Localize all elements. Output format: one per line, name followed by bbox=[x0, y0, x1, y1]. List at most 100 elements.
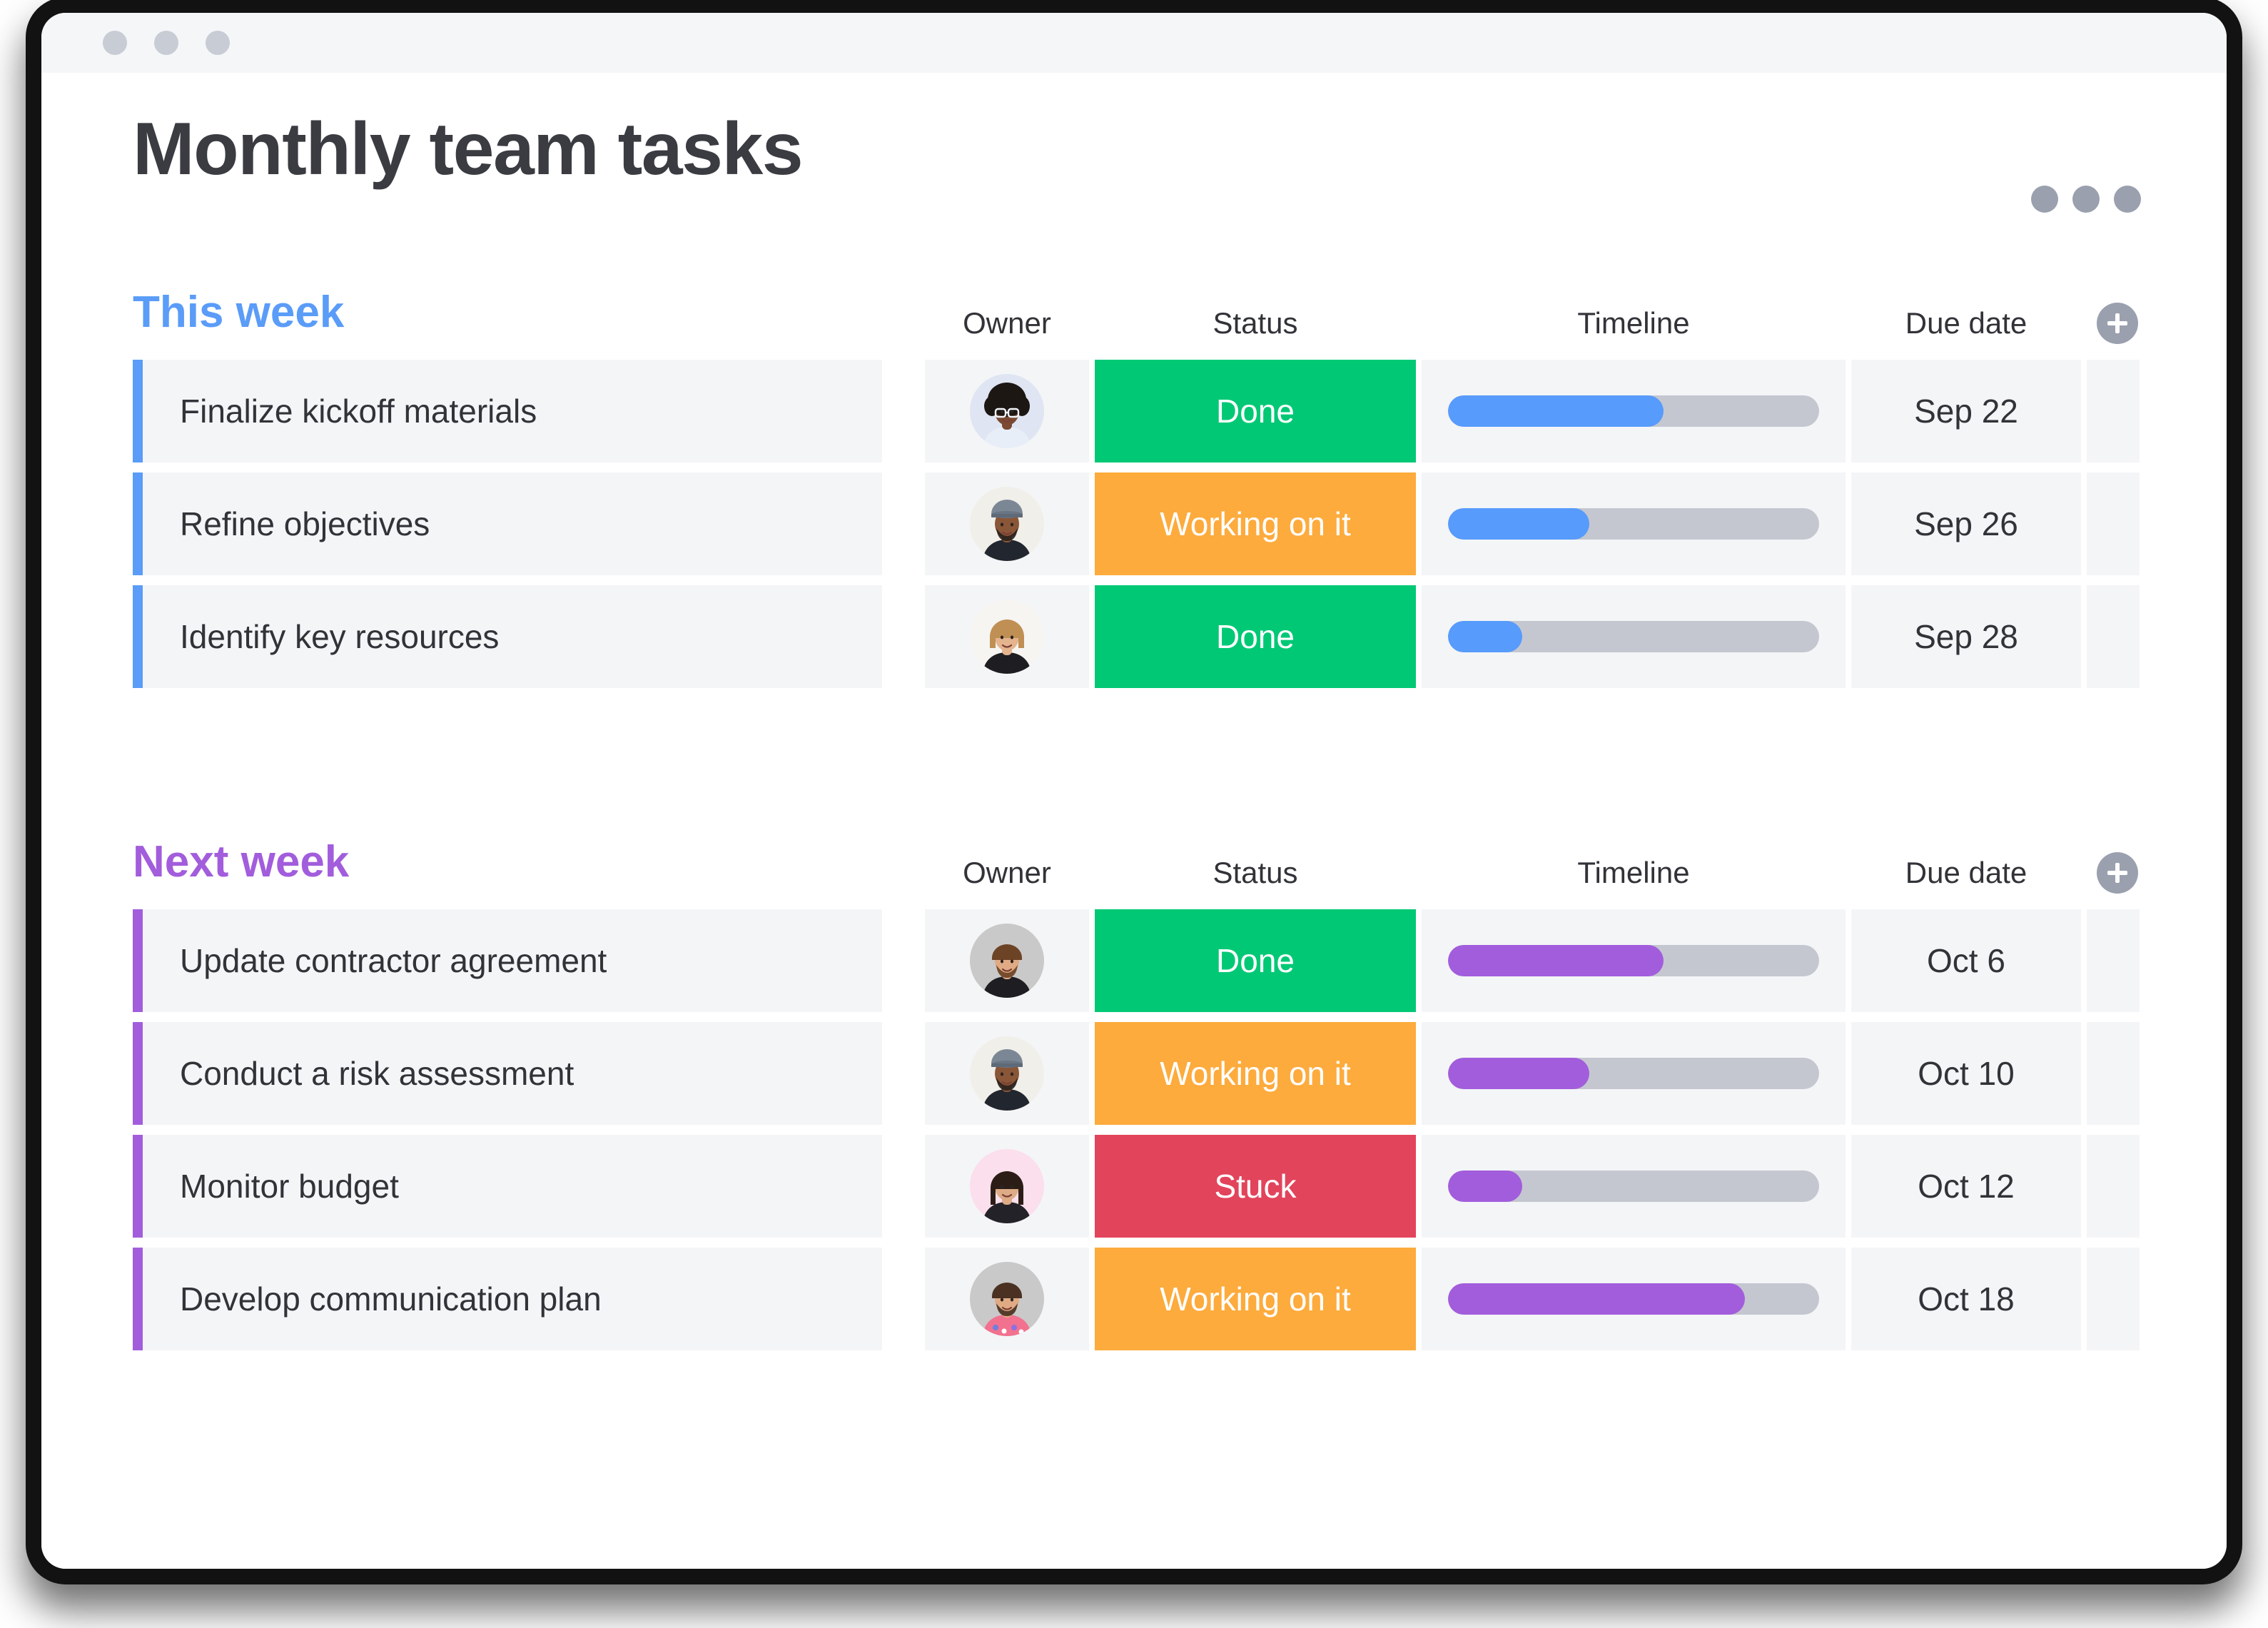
status-badge[interactable]: Done bbox=[1095, 360, 1416, 462]
status-badge[interactable]: Done bbox=[1095, 585, 1416, 688]
extra-column-cell[interactable] bbox=[2087, 1022, 2140, 1125]
task-name-cell[interactable]: Monitor budget bbox=[143, 1135, 882, 1238]
status-label: Done bbox=[1216, 618, 1295, 655]
timeline-fill bbox=[1448, 1058, 1589, 1089]
column-header-row: Owner Status Timeline Due date bbox=[133, 849, 2140, 896]
due-date-cell[interactable]: Oct 12 bbox=[1851, 1135, 2081, 1238]
timeline-track bbox=[1448, 945, 1819, 976]
timeline-cell[interactable] bbox=[1422, 472, 1846, 575]
status-badge[interactable]: Done bbox=[1095, 909, 1416, 1012]
due-date-cell[interactable]: Sep 26 bbox=[1851, 472, 2081, 575]
task-name-label: Monitor budget bbox=[180, 1168, 399, 1205]
status-label: Done bbox=[1216, 393, 1295, 430]
column-header-status[interactable]: Status bbox=[1095, 300, 1416, 347]
avatar bbox=[970, 600, 1044, 674]
status-label: Working on it bbox=[1160, 1280, 1351, 1318]
extra-column-cell[interactable] bbox=[2087, 360, 2140, 462]
row-accent-bar bbox=[133, 472, 143, 575]
window-titlebar bbox=[41, 13, 2227, 73]
owner-cell[interactable] bbox=[925, 585, 1089, 688]
timeline-track bbox=[1448, 621, 1819, 652]
column-header-due-date[interactable]: Due date bbox=[1851, 849, 2081, 896]
timeline-cell[interactable] bbox=[1422, 1135, 1846, 1238]
more-dot-2 bbox=[2072, 186, 2100, 213]
extra-column-cell[interactable] bbox=[2087, 472, 2140, 575]
page-title: Monthly team tasks bbox=[133, 108, 804, 191]
add-column-plus-icon[interactable] bbox=[2097, 303, 2138, 344]
timeline-fill bbox=[1448, 508, 1589, 540]
row-accent-bar bbox=[133, 585, 143, 688]
row-accent-bar bbox=[133, 360, 143, 462]
table-row[interactable]: Develop communication plan Working on it bbox=[133, 1248, 2140, 1350]
timeline-cell[interactable] bbox=[1422, 1022, 1846, 1125]
status-badge[interactable]: Working on it bbox=[1095, 1248, 1416, 1350]
column-header-timeline[interactable]: Timeline bbox=[1422, 849, 1846, 896]
table-row[interactable]: Update contractor agreement Done Oct 6 bbox=[133, 909, 2140, 1012]
task-name-cell[interactable]: Identify key resources bbox=[143, 585, 882, 688]
due-date-label: Sep 26 bbox=[1914, 505, 2018, 542]
owner-cell[interactable] bbox=[925, 1248, 1089, 1350]
row-accent-bar bbox=[133, 1248, 143, 1350]
column-header-due-date[interactable]: Due date bbox=[1851, 300, 2081, 347]
extra-column-cell[interactable] bbox=[2087, 1135, 2140, 1238]
owner-cell[interactable] bbox=[925, 1135, 1089, 1238]
due-date-cell[interactable]: Oct 10 bbox=[1851, 1022, 2081, 1125]
owner-cell[interactable] bbox=[925, 1022, 1089, 1125]
row-accent-bar bbox=[133, 909, 143, 1012]
extra-column-cell[interactable] bbox=[2087, 585, 2140, 688]
add-column-plus-icon[interactable] bbox=[2097, 852, 2138, 894]
timeline-cell[interactable] bbox=[1422, 360, 1846, 462]
timeline-track bbox=[1448, 1283, 1819, 1315]
column-header-row: Owner Status Timeline Due date bbox=[133, 300, 2140, 347]
task-name-cell[interactable]: Develop communication plan bbox=[143, 1248, 882, 1350]
timeline-cell[interactable] bbox=[1422, 1248, 1846, 1350]
table-row[interactable]: Conduct a risk assessment Working on it bbox=[133, 1022, 2140, 1125]
column-header-owner[interactable]: Owner bbox=[925, 849, 1089, 896]
column-header-owner[interactable]: Owner bbox=[925, 300, 1089, 347]
timeline-track bbox=[1448, 395, 1819, 427]
task-name-label: Finalize kickoff materials bbox=[180, 393, 537, 430]
due-date-cell[interactable]: Sep 22 bbox=[1851, 360, 2081, 462]
task-name-cell[interactable]: Finalize kickoff materials bbox=[143, 360, 882, 462]
column-header-status[interactable]: Status bbox=[1095, 849, 1416, 896]
due-date-label: Oct 6 bbox=[1927, 942, 2005, 979]
avatar bbox=[970, 1149, 1044, 1223]
task-name-cell[interactable]: Conduct a risk assessment bbox=[143, 1022, 882, 1125]
due-date-cell[interactable]: Oct 6 bbox=[1851, 909, 2081, 1012]
due-date-label: Oct 12 bbox=[1918, 1168, 2015, 1205]
table-row[interactable]: Refine objectives Working on it Sep 26 bbox=[133, 472, 2140, 575]
extra-column-cell[interactable] bbox=[2087, 909, 2140, 1012]
task-name-cell[interactable]: Refine objectives bbox=[143, 472, 882, 575]
owner-cell[interactable] bbox=[925, 360, 1089, 462]
avatar bbox=[970, 487, 1044, 561]
window-dot-maximize[interactable] bbox=[206, 31, 230, 55]
avatar bbox=[970, 1262, 1044, 1336]
window-dot-minimize[interactable] bbox=[154, 31, 178, 55]
due-date-label: Oct 18 bbox=[1918, 1280, 2015, 1318]
more-horizontal-icon[interactable] bbox=[2031, 186, 2141, 213]
status-badge[interactable]: Working on it bbox=[1095, 1022, 1416, 1125]
due-date-cell[interactable]: Sep 28 bbox=[1851, 585, 2081, 688]
table-row[interactable]: Identify key resources Done Sep 28 bbox=[133, 585, 2140, 688]
owner-cell[interactable] bbox=[925, 472, 1089, 575]
status-badge[interactable]: Working on it bbox=[1095, 472, 1416, 575]
table-row[interactable]: Finalize kickoff materials Done Sep 22 bbox=[133, 360, 2140, 462]
status-badge[interactable]: Stuck bbox=[1095, 1135, 1416, 1238]
column-header-timeline[interactable]: Timeline bbox=[1422, 300, 1846, 347]
status-label: Stuck bbox=[1214, 1168, 1297, 1205]
avatar bbox=[970, 374, 1044, 448]
window-dot-close[interactable] bbox=[103, 31, 127, 55]
task-name-cell[interactable]: Update contractor agreement bbox=[143, 909, 882, 1012]
task-name-label: Refine objectives bbox=[180, 505, 430, 542]
timeline-fill bbox=[1448, 395, 1664, 427]
extra-column-cell[interactable] bbox=[2087, 1248, 2140, 1350]
task-name-label: Conduct a risk assessment bbox=[180, 1055, 574, 1092]
table-row[interactable]: Monitor budget Stuck Oct 12 bbox=[133, 1135, 2140, 1238]
task-name-label: Develop communication plan bbox=[180, 1280, 602, 1318]
status-label: Working on it bbox=[1160, 1055, 1351, 1092]
timeline-cell[interactable] bbox=[1422, 909, 1846, 1012]
due-date-cell[interactable]: Oct 18 bbox=[1851, 1248, 2081, 1350]
avatar bbox=[970, 1036, 1044, 1111]
timeline-cell[interactable] bbox=[1422, 585, 1846, 688]
owner-cell[interactable] bbox=[925, 909, 1089, 1012]
